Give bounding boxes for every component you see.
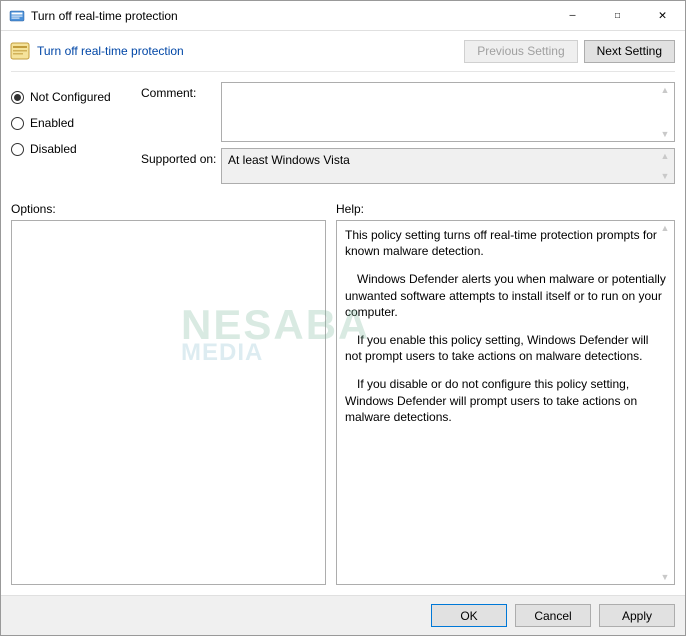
radio-icon [11,143,24,156]
next-setting-button[interactable]: Next Setting [584,40,675,63]
previous-setting-button: Previous Setting [464,40,577,63]
fields: Comment: ▲▼ Supported on: At least Windo… [141,82,675,190]
help-text: This policy setting turns off real-time … [345,227,666,425]
radio-label: Enabled [30,116,74,130]
comment-textarea[interactable]: ▲▼ [221,82,675,142]
scroll-down-icon: ▼ [661,171,670,181]
pane-labels: Options: Help: [1,194,685,220]
scrollbar[interactable]: ▲▼ [658,151,672,181]
titlebar: Turn off real-time protection — ☐ ✕ [1,1,685,31]
policy-title: Turn off real-time protection [37,44,458,58]
radio-label: Disabled [30,142,77,156]
maximize-button[interactable]: ☐ [595,1,640,30]
radio-enabled[interactable]: Enabled [11,116,141,130]
help-paragraph: If you disable or do not configure this … [345,376,666,425]
gpedit-icon [9,8,25,24]
supported-label: Supported on: [141,148,221,184]
ok-button[interactable]: OK [431,604,507,627]
divider [11,71,675,72]
scroll-down-icon: ▼ [661,129,670,139]
policy-header: Turn off real-time protection Previous S… [1,31,685,71]
comment-label: Comment: [141,82,221,142]
window-title: Turn off real-time protection [31,9,550,23]
supported-value: At least Windows Vista [228,153,350,167]
scrollbar[interactable]: ▲▼ [658,85,672,139]
scroll-up-icon: ▲ [661,223,670,233]
radio-label: Not Configured [30,90,111,104]
close-button[interactable]: ✕ [640,1,685,30]
scrollbar[interactable]: ▲▼ [658,223,672,582]
scroll-up-icon: ▲ [661,151,670,161]
cancel-button[interactable]: Cancel [515,604,591,627]
radio-icon [11,117,24,130]
footer-buttons: OK Cancel Apply [1,595,685,635]
help-pane: This policy setting turns off real-time … [336,220,675,585]
options-pane [11,220,326,585]
minimize-button[interactable]: — [550,1,595,30]
policy-icon [9,40,31,62]
help-label: Help: [336,202,364,216]
scroll-down-icon: ▼ [661,572,670,582]
radio-icon [11,91,24,104]
radio-disabled[interactable]: Disabled [11,142,141,156]
radio-not-configured[interactable]: Not Configured [11,90,141,104]
options-label: Options: [11,202,336,216]
split-panes: This policy setting turns off real-time … [1,220,685,585]
apply-button[interactable]: Apply [599,604,675,627]
window-controls: — ☐ ✕ [550,1,685,30]
help-paragraph: If you enable this policy setting, Windo… [345,332,666,364]
config-area: Not Configured Enabled Disabled Comment:… [1,76,685,194]
state-radios: Not Configured Enabled Disabled [11,82,141,190]
supported-on-box: At least Windows Vista ▲▼ [221,148,675,184]
scroll-up-icon: ▲ [661,85,670,95]
help-paragraph: Windows Defender alerts you when malware… [345,271,666,320]
help-paragraph: This policy setting turns off real-time … [345,227,666,259]
